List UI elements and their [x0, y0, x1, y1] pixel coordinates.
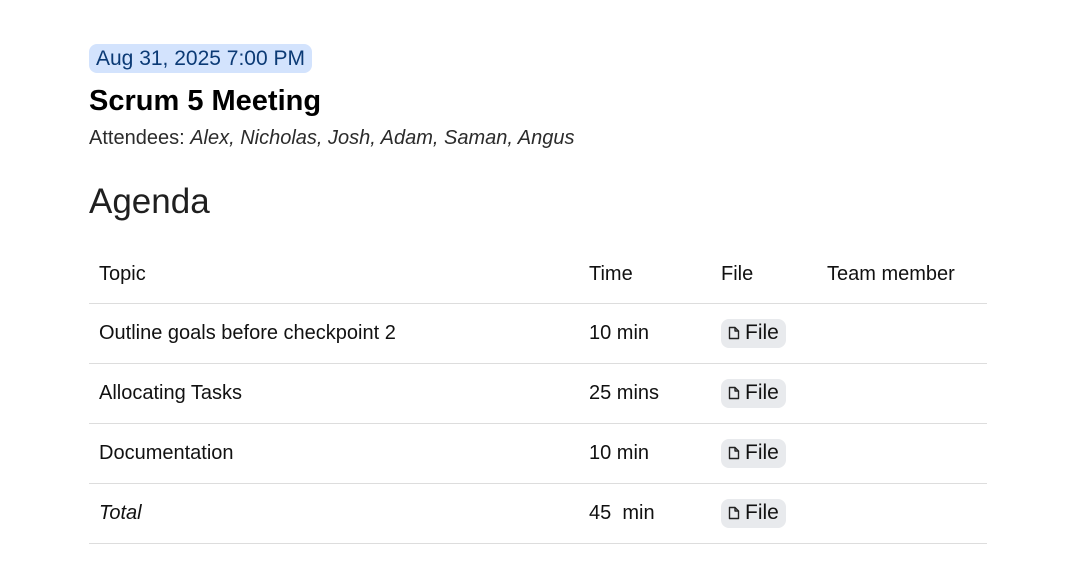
- team-member-cell[interactable]: [817, 483, 987, 544]
- table-row: Outline goals before checkpoint 2 10 min…: [89, 303, 987, 364]
- team-member-cell[interactable]: [817, 423, 987, 484]
- team-member-cell[interactable]: [817, 303, 987, 364]
- topic-cell[interactable]: Outline goals before checkpoint 2: [89, 303, 579, 364]
- agenda-heading: Agenda: [89, 182, 210, 221]
- document-icon: [728, 446, 740, 460]
- topic-cell[interactable]: Total: [89, 483, 579, 544]
- column-header-team-member: Team member: [817, 247, 987, 304]
- file-cell: File: [711, 303, 817, 364]
- meeting-notes: Aug 31, 2025 7:00 PM Scrum 5 Meeting Att…: [89, 44, 987, 544]
- time-cell[interactable]: 10 min: [579, 303, 711, 364]
- team-member-cell[interactable]: [817, 363, 987, 424]
- column-header-time: Time: [579, 247, 711, 304]
- file-chip[interactable]: File: [721, 438, 786, 468]
- file-chip-label: File: [745, 381, 779, 404]
- time-cell[interactable]: 45 min: [579, 483, 711, 544]
- file-cell: File: [711, 363, 817, 424]
- document-icon: [728, 506, 740, 520]
- table-header-row: Topic Time File Team member: [89, 247, 987, 304]
- attendees-label: Attendees:: [89, 127, 191, 149]
- attendees-line: Attendees: Alex, Nicholas, Josh, Adam, S…: [89, 125, 987, 151]
- meeting-title: Scrum 5 Meeting: [89, 85, 322, 117]
- file-chip-label: File: [745, 321, 779, 344]
- document-icon: [728, 386, 740, 400]
- file-chip[interactable]: File: [721, 378, 786, 408]
- file-chip-label: File: [745, 441, 779, 464]
- topic-cell[interactable]: Allocating Tasks: [89, 363, 579, 424]
- topic-cell[interactable]: Documentation: [89, 423, 579, 484]
- document-icon: [728, 326, 740, 340]
- file-chip-label: File: [745, 501, 779, 524]
- file-cell: File: [711, 423, 817, 484]
- time-cell[interactable]: 25 mins: [579, 363, 711, 424]
- attendees-names: Alex, Nicholas, Josh, Adam, Saman, Angus: [190, 127, 575, 149]
- table-row: Allocating Tasks 25 mins File: [89, 363, 987, 424]
- column-header-topic: Topic: [89, 247, 579, 304]
- table-row-total: Total 45 min File: [89, 483, 987, 544]
- file-chip[interactable]: File: [721, 498, 786, 528]
- table-row: Documentation 10 min File: [89, 423, 987, 484]
- time-cell[interactable]: 10 min: [579, 423, 711, 484]
- file-cell: File: [711, 483, 817, 544]
- date-chip[interactable]: Aug 31, 2025 7:00 PM: [89, 44, 312, 73]
- column-header-file: File: [711, 247, 817, 304]
- agenda-table: Topic Time File Team member Outline goal…: [89, 247, 987, 544]
- file-chip[interactable]: File: [721, 318, 786, 348]
